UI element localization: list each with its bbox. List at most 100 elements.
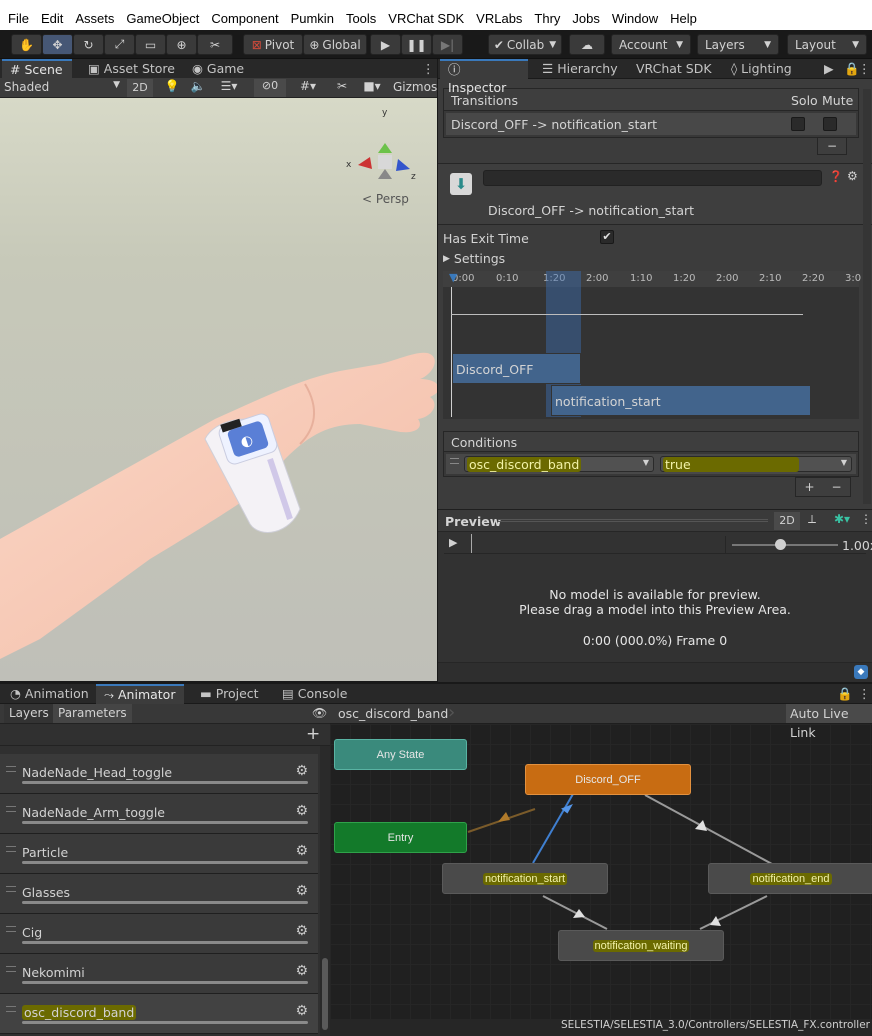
effects-dropdown[interactable]: ☰▾: [212, 79, 246, 97]
menu-edit[interactable]: Edit: [41, 11, 63, 26]
menu-vrchat-sdk[interactable]: VRChat SDK: [388, 11, 464, 26]
hidden-objects-toggle[interactable]: ⊘0: [254, 79, 286, 97]
parameter-field[interactable]: [22, 781, 308, 784]
inspector-menu-button[interactable]: ⋮: [854, 59, 872, 79]
menu-component[interactable]: Component: [211, 11, 278, 26]
toggle-2d-button[interactable]: 2D: [127, 79, 153, 97]
scrollbar-thumb[interactable]: [322, 958, 328, 1030]
parameter-field[interactable]: [22, 821, 308, 824]
gear-icon[interactable]: ⚙: [295, 963, 308, 979]
tab-layers[interactable]: Layers: [4, 704, 54, 723]
parameter-row[interactable]: NadeNade_Arm_toggle ⚙: [0, 794, 318, 834]
menu-assets[interactable]: Assets: [75, 11, 114, 26]
menu-pumkin[interactable]: Pumkin: [291, 11, 334, 26]
sidebar-scrollbar[interactable]: [320, 746, 330, 1036]
transition-timeline[interactable]: 0:00 0:10 1:20 2:00 1:10 1:20 2:00 2:10 …: [443, 271, 861, 419]
transform-tool-button[interactable]: ⊕: [166, 34, 197, 55]
solo-checkbox[interactable]: [791, 117, 805, 131]
persp-label[interactable]: < Persp: [362, 192, 409, 206]
rotate-tool-button[interactable]: ↻: [73, 34, 104, 55]
parameter-field[interactable]: [22, 1021, 308, 1024]
parameter-row[interactable]: Nekomimi ⚙: [0, 954, 318, 994]
clip-notification-start[interactable]: notification_start: [551, 385, 811, 416]
parameter-row[interactable]: Cig ⚙: [0, 914, 318, 954]
preview-scrubber[interactable]: [471, 534, 472, 553]
account-dropdown[interactable]: Account ▼: [611, 34, 691, 55]
tab-game[interactable]: ◉ Game: [184, 59, 252, 79]
lighting-toggle[interactable]: 💡: [160, 79, 184, 97]
drag-handle-icon[interactable]: [6, 926, 16, 932]
tab-animation[interactable]: ◔ Animation: [2, 684, 97, 704]
parameter-field[interactable]: [22, 861, 308, 864]
layout-dropdown[interactable]: Layout ▼: [787, 34, 867, 55]
avatar-preview-dropdown[interactable]: ✱▾: [826, 512, 858, 530]
move-tool-button[interactable]: ✥: [42, 34, 73, 55]
tab-lighting[interactable]: ◊ Lighting: [723, 59, 800, 79]
state-any-state[interactable]: Any State: [334, 739, 467, 770]
menu-thry[interactable]: Thry: [534, 11, 560, 26]
add-condition-button[interactable]: +: [804, 480, 814, 494]
rect-tool-button[interactable]: ▭: [135, 34, 166, 55]
preview-2d-button[interactable]: 2D: [774, 512, 800, 530]
menu-gameobject[interactable]: GameObject: [126, 11, 199, 26]
pause-button[interactable]: ❚❚: [401, 34, 432, 55]
drag-handle-icon[interactable]: [6, 846, 16, 852]
transition-name-field[interactable]: [483, 170, 822, 186]
tab-inspector[interactable]: ⓘ Inspector: [440, 59, 528, 95]
parameter-row-selected[interactable]: osc_discord_band ⚙: [0, 994, 318, 1034]
parameter-row[interactable]: NadeNade_Head_toggle ⚙: [0, 754, 318, 794]
audio-toggle[interactable]: 🔈: [188, 79, 208, 97]
gizmos-dropdown[interactable]: Gizmos: [393, 80, 437, 96]
hand-tool-button[interactable]: ✋: [11, 34, 42, 55]
drag-handle-icon[interactable]: [6, 886, 16, 892]
cloud-button[interactable]: ☁: [569, 34, 605, 55]
camera-dropdown[interactable]: ■▾: [356, 79, 388, 97]
transition-row[interactable]: Discord_OFF -> notification_start: [446, 113, 856, 135]
drag-handle-icon[interactable]: [6, 806, 16, 812]
menu-help[interactable]: Help: [670, 11, 697, 26]
shading-dropdown[interactable]: Shaded ▼: [4, 80, 120, 96]
tab-parameters[interactable]: Parameters: [53, 704, 132, 723]
pivot-preview-button[interactable]: ⟂: [800, 512, 824, 530]
parameter-row[interactable]: Particle ⚙: [0, 834, 318, 874]
visibility-eye-icon[interactable]: 👁: [312, 706, 327, 720]
menu-jobs[interactable]: Jobs: [572, 11, 599, 26]
parameter-field[interactable]: [22, 901, 308, 904]
state-notification-start[interactable]: notification_start: [442, 863, 608, 894]
drag-handle-icon[interactable]: [6, 1006, 16, 1012]
playhead-marker[interactable]: ▼: [449, 271, 459, 284]
tab-animator[interactable]: ⤳ Animator: [96, 684, 184, 704]
play-button[interactable]: ▶: [370, 34, 401, 55]
tab-hierarchy[interactable]: ☰ Hierarchy: [534, 59, 626, 79]
bottom-menu-button[interactable]: ⋮: [854, 684, 872, 704]
gear-icon[interactable]: ⚙: [295, 763, 308, 779]
step-button[interactable]: ▶|: [432, 34, 463, 55]
remove-condition-button[interactable]: −: [831, 480, 841, 494]
clip-discord-off[interactable]: Discord_OFF: [452, 353, 581, 384]
state-notification-waiting[interactable]: notification_waiting: [558, 930, 724, 961]
collab-dropdown[interactable]: ✔ Collab ▼: [488, 34, 562, 55]
mute-checkbox[interactable]: [823, 117, 837, 131]
tools-toggle[interactable]: ✂: [332, 79, 352, 97]
parameter-field[interactable]: [22, 981, 308, 984]
parameter-field[interactable]: [22, 941, 308, 944]
label-tag-icon[interactable]: ◆: [854, 665, 868, 679]
menu-tools[interactable]: Tools: [346, 11, 376, 26]
lock-button[interactable]: 🔒: [834, 684, 856, 704]
preview-play-button[interactable]: ▶: [449, 536, 457, 549]
grid-dropdown[interactable]: #▾: [290, 79, 326, 97]
animator-graph[interactable]: osc_discord_band › Auto Live Link Any St…: [330, 704, 872, 1036]
state-entry[interactable]: Entry: [334, 822, 467, 853]
condition-value-dropdown[interactable]: true ▼: [660, 456, 852, 472]
settings-foldout[interactable]: ▶ Settings: [443, 251, 505, 266]
menu-window[interactable]: Window: [612, 11, 658, 26]
layers-dropdown[interactable]: Layers ▼: [697, 34, 779, 55]
state-notification-end[interactable]: notification_end: [708, 863, 872, 894]
tab-project[interactable]: ▬ Project: [192, 684, 267, 704]
tab-asset-store[interactable]: ▣ Asset Store: [80, 59, 183, 79]
scene-viewport[interactable]: ◐ y x z < Persp: [0, 79, 437, 681]
condition-parameter-dropdown[interactable]: osc_discord_band ▼: [464, 456, 654, 472]
menu-file[interactable]: File: [8, 11, 29, 26]
add-parameter-button[interactable]: +: [306, 724, 320, 744]
state-discord-off[interactable]: Discord_OFF: [525, 764, 691, 795]
